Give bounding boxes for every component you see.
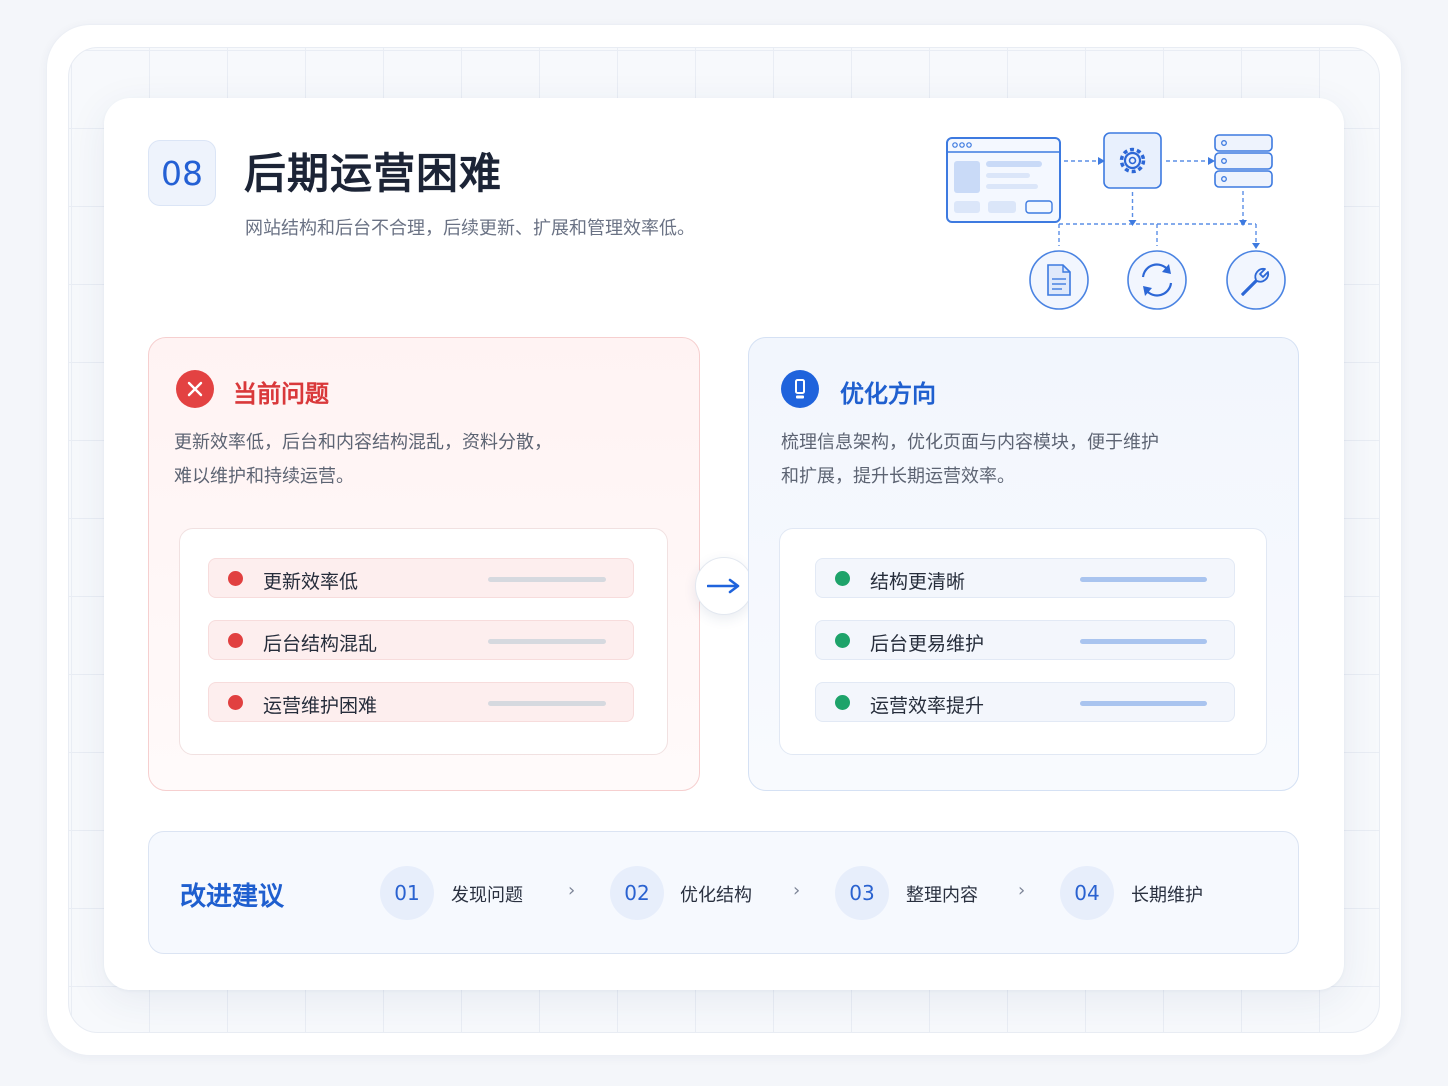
chevron-right-icon: › bbox=[1018, 880, 1026, 901]
server-stack-icon bbox=[1214, 134, 1273, 188]
step-label-02: 优化结构 bbox=[680, 885, 752, 906]
problem-list: 更新效率低 后台结构混乱 运营维护困难 bbox=[179, 528, 668, 755]
list-item: 后台更易维护 bbox=[815, 620, 1235, 660]
problem-description: 更新效率低，后台和内容结构混乱，资料分散， 难以维护和持续运营。 bbox=[174, 432, 552, 487]
section-number-badge: 08 bbox=[148, 140, 216, 206]
green-dot-icon bbox=[835, 633, 850, 648]
close-circle-icon bbox=[176, 370, 214, 408]
solution-description: 梳理信息架构，优化页面与内容模块，便于维护 和扩展，提升长期运营效率。 bbox=[781, 432, 1159, 487]
list-item: 后台结构混乱 bbox=[208, 620, 634, 660]
list-item: 运营效率提升 bbox=[815, 682, 1235, 722]
placeholder-bar bbox=[488, 577, 606, 582]
red-dot-icon bbox=[228, 695, 243, 710]
step-label-01: 发现问题 bbox=[451, 885, 523, 906]
list-item: 结构更清晰 bbox=[815, 558, 1235, 598]
red-dot-icon bbox=[228, 633, 243, 648]
placeholder-bar bbox=[1080, 639, 1207, 644]
optimization-direction-panel: 优化方向 梳理信息架构，优化页面与内容模块，便于维护 和扩展，提升长期运营效率。… bbox=[748, 337, 1299, 791]
placeholder-bar bbox=[488, 639, 606, 644]
current-problem-panel: 当前问题 更新效率低，后台和内容结构混乱，资料分散， 难以维护和持续运营。 更新… bbox=[148, 337, 700, 791]
step-number-02: 02 bbox=[610, 866, 664, 920]
refresh-icon bbox=[1127, 250, 1187, 310]
suggest-title: 改进建议 bbox=[180, 882, 285, 912]
placeholder-bar bbox=[1080, 577, 1207, 582]
placeholder-bar bbox=[488, 701, 606, 706]
architecture-illustration bbox=[946, 132, 1286, 310]
solution-title: 优化方向 bbox=[840, 380, 936, 408]
browser-window-icon bbox=[946, 137, 1061, 223]
step-number-01: 01 bbox=[380, 866, 434, 920]
green-dot-icon bbox=[835, 695, 850, 710]
list-item: 更新效率低 bbox=[208, 558, 634, 598]
step-label-04: 长期维护 bbox=[1131, 885, 1203, 906]
arrow-right-icon bbox=[695, 557, 753, 615]
green-dot-icon bbox=[835, 571, 850, 586]
solution-list: 结构更清晰 后台更易维护 运营效率提升 bbox=[779, 528, 1267, 755]
chevron-right-icon: › bbox=[793, 880, 801, 901]
wrench-icon bbox=[1226, 250, 1286, 310]
red-dot-icon bbox=[228, 571, 243, 586]
step-number-03: 03 bbox=[835, 866, 889, 920]
exclamation-icon bbox=[781, 370, 819, 408]
placeholder-bar bbox=[1080, 701, 1207, 706]
chevron-right-icon: › bbox=[568, 880, 576, 901]
document-icon bbox=[1029, 250, 1089, 310]
page-subtitle: 网站结构和后台不合理，后续更新、扩展和管理效率低。 bbox=[245, 218, 695, 239]
list-item: 运营维护困难 bbox=[208, 682, 634, 722]
gear-icon bbox=[1103, 132, 1162, 189]
page-title: 后期运营困难 bbox=[244, 149, 503, 198]
problem-title: 当前问题 bbox=[233, 380, 329, 408]
improvement-suggestions-bar: 改进建议 01 发现问题 › 02 优化结构 › 03 整理内容 › 04 长期… bbox=[148, 831, 1299, 954]
step-number-04: 04 bbox=[1060, 866, 1114, 920]
step-label-03: 整理内容 bbox=[906, 885, 978, 906]
